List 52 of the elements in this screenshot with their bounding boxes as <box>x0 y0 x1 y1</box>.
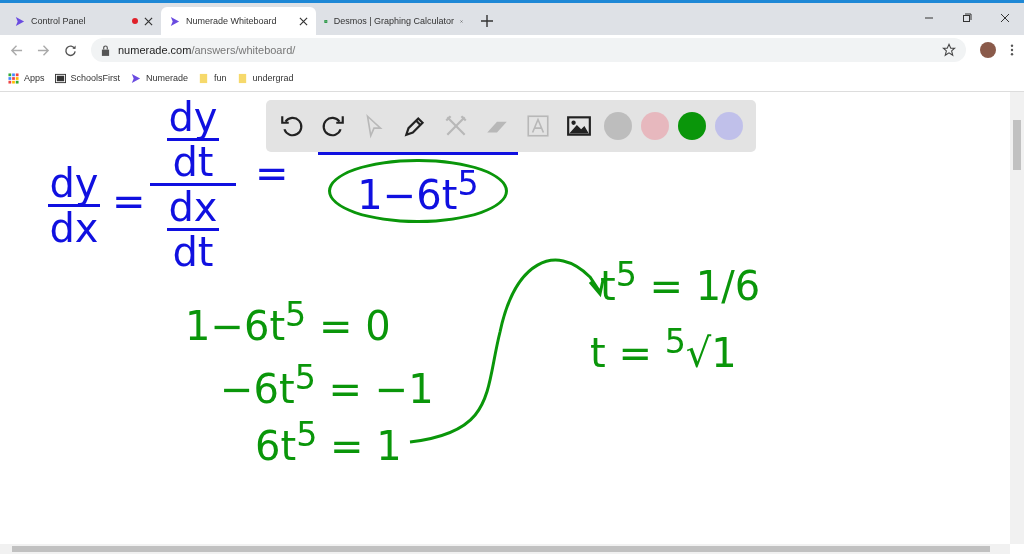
undo-icon <box>279 113 305 139</box>
tab-title: Numerade Whiteboard <box>186 16 278 26</box>
redo-icon <box>320 113 346 139</box>
close-icon[interactable] <box>1000 13 1010 23</box>
handwritten-equation: t$^{5}$ = 1/6 <box>600 257 761 308</box>
url-text: numerade.com/answers/whiteboard/ <box>118 44 296 56</box>
bookmark[interactable]: fun <box>198 72 227 84</box>
handwritten-equation: t = $^{5}$√1 <box>590 324 737 375</box>
horizontal-scrollbar[interactable] <box>0 544 1010 554</box>
reload-icon[interactable] <box>64 43 77 57</box>
bookmark[interactable]: SchoolsFirst <box>54 72 121 84</box>
handwritten-equation: = <box>255 152 289 194</box>
apps-grid-icon <box>8 72 19 84</box>
handwritten-fraction: dy dt dx dt <box>150 96 236 273</box>
address-bar[interactable]: numerade.com/answers/whiteboard/ <box>91 38 966 62</box>
bookmark[interactable]: Apps <box>8 72 45 84</box>
bookmark-star-icon[interactable] <box>942 43 956 57</box>
handwritten-equation: = <box>112 180 146 222</box>
play-logo-icon <box>130 72 142 84</box>
play-logo-icon <box>14 15 25 27</box>
back-icon[interactable] <box>10 43 23 57</box>
close-tab-icon[interactable] <box>299 16 308 26</box>
page-icon <box>54 72 66 84</box>
browser-tab[interactable]: Numerade Whiteboard <box>161 7 316 35</box>
handwritten-fraction: dy dx <box>48 162 100 249</box>
browser-tab[interactable]: Control Panel <box>6 7 161 35</box>
color-swatch[interactable] <box>641 112 669 140</box>
tab-title: Control Panel <box>31 16 87 26</box>
profile-avatar[interactable] <box>980 42 996 58</box>
folder-icon <box>198 72 210 84</box>
bookmark[interactable]: undergrad <box>236 72 294 84</box>
color-swatch[interactable] <box>715 112 743 140</box>
tab-title: Desmos | Graphing Calculator <box>333 16 455 26</box>
new-tab-icon[interactable] <box>481 15 493 27</box>
handwritten-equation: 6t$^{5}$ = 1 <box>255 417 402 468</box>
bookmark[interactable]: Numerade <box>130 72 189 84</box>
handwritten-equation: 1−6t$^{5}$ = 0 <box>185 297 391 348</box>
circled-denominator: 1−6t$^{5}$ <box>318 152 518 224</box>
image-icon <box>566 113 592 139</box>
play-logo-icon <box>169 15 180 27</box>
menu-icon[interactable] <box>1010 44 1014 56</box>
folder-icon <box>236 72 248 84</box>
close-tab-icon[interactable] <box>144 16 153 26</box>
text-box-icon <box>525 113 551 139</box>
color-swatch[interactable] <box>604 112 632 140</box>
forward-icon[interactable] <box>37 43 50 57</box>
browser-tab[interactable]: Desmos | Graphing Calculator <box>316 7 471 35</box>
restore-icon[interactable] <box>962 13 972 23</box>
vertical-scrollbar[interactable] <box>1010 92 1024 544</box>
handwritten-equation: −6t$^{5}$ = −1 <box>220 360 434 411</box>
lock-icon <box>101 44 110 56</box>
color-swatch[interactable] <box>678 112 706 140</box>
